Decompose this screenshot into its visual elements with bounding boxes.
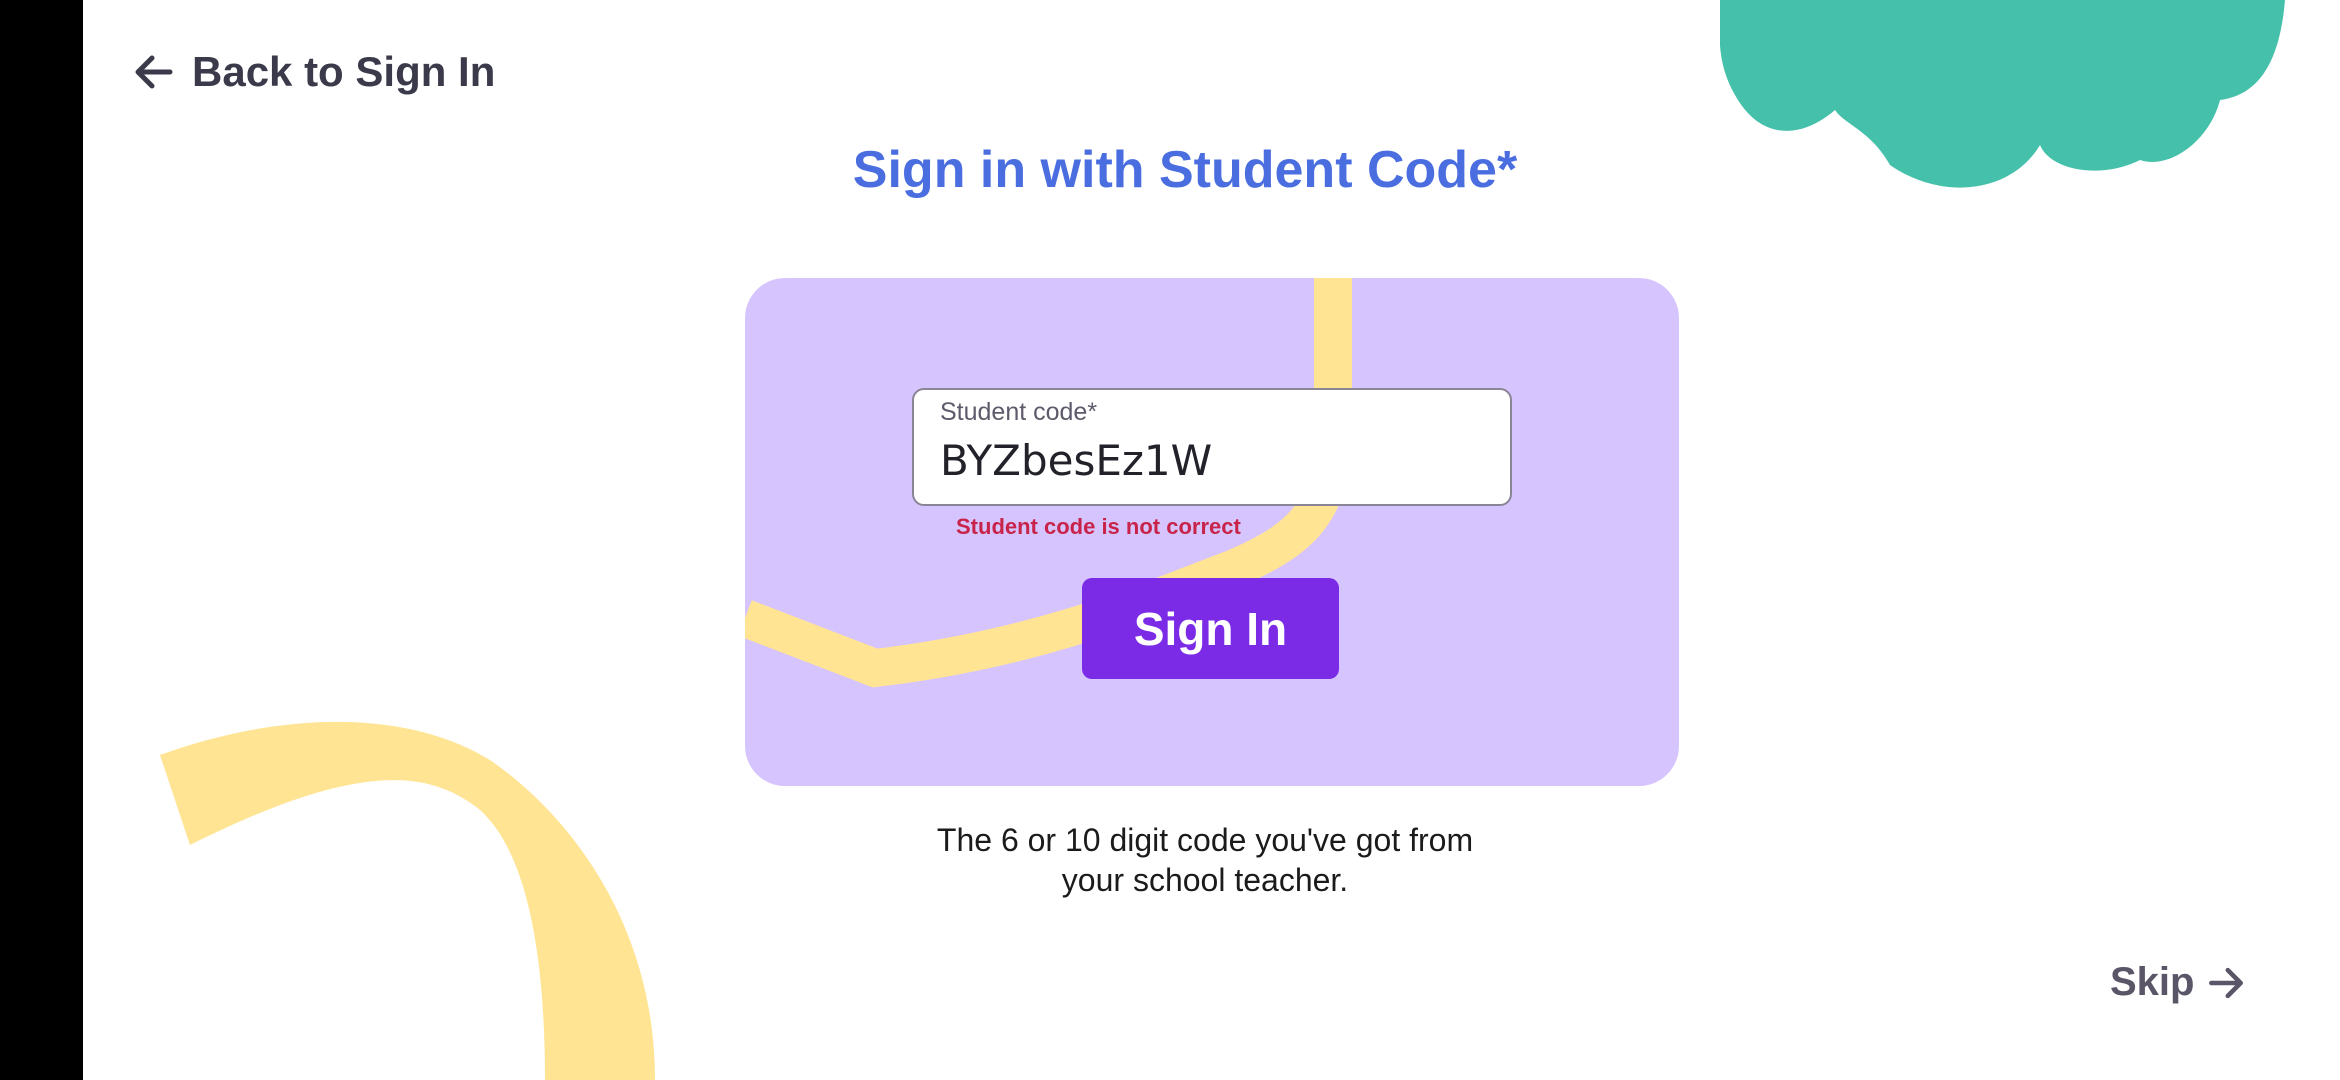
- student-code-label: Student code*: [940, 398, 1098, 426]
- error-message: Student code is not correct: [956, 514, 1241, 539]
- back-to-sign-in-link[interactable]: Back to Sign In: [130, 42, 495, 102]
- hint-text: The 6 or 10 digit code you've got from y…: [70, 820, 2340, 900]
- skip-label: Skip: [2110, 960, 2195, 1004]
- sign-in-button[interactable]: Sign In: [1082, 578, 1339, 679]
- skip-link[interactable]: Skip: [2110, 960, 2248, 1005]
- student-code-input[interactable]: [940, 436, 1480, 485]
- hint-line-2: your school teacher.: [1061, 862, 1349, 898]
- sign-in-card: Student code* Student code is not correc…: [745, 278, 1679, 786]
- back-label: Back to Sign In: [192, 48, 496, 95]
- hint-line-1: The 6 or 10 digit code you've got from: [936, 822, 1474, 858]
- arrow-left-icon: [135, 55, 173, 89]
- student-code-field[interactable]: Student code*: [912, 388, 1512, 506]
- arrow-right-icon: [2209, 967, 2244, 998]
- page-title: Sign in with Student Code*: [852, 141, 1518, 199]
